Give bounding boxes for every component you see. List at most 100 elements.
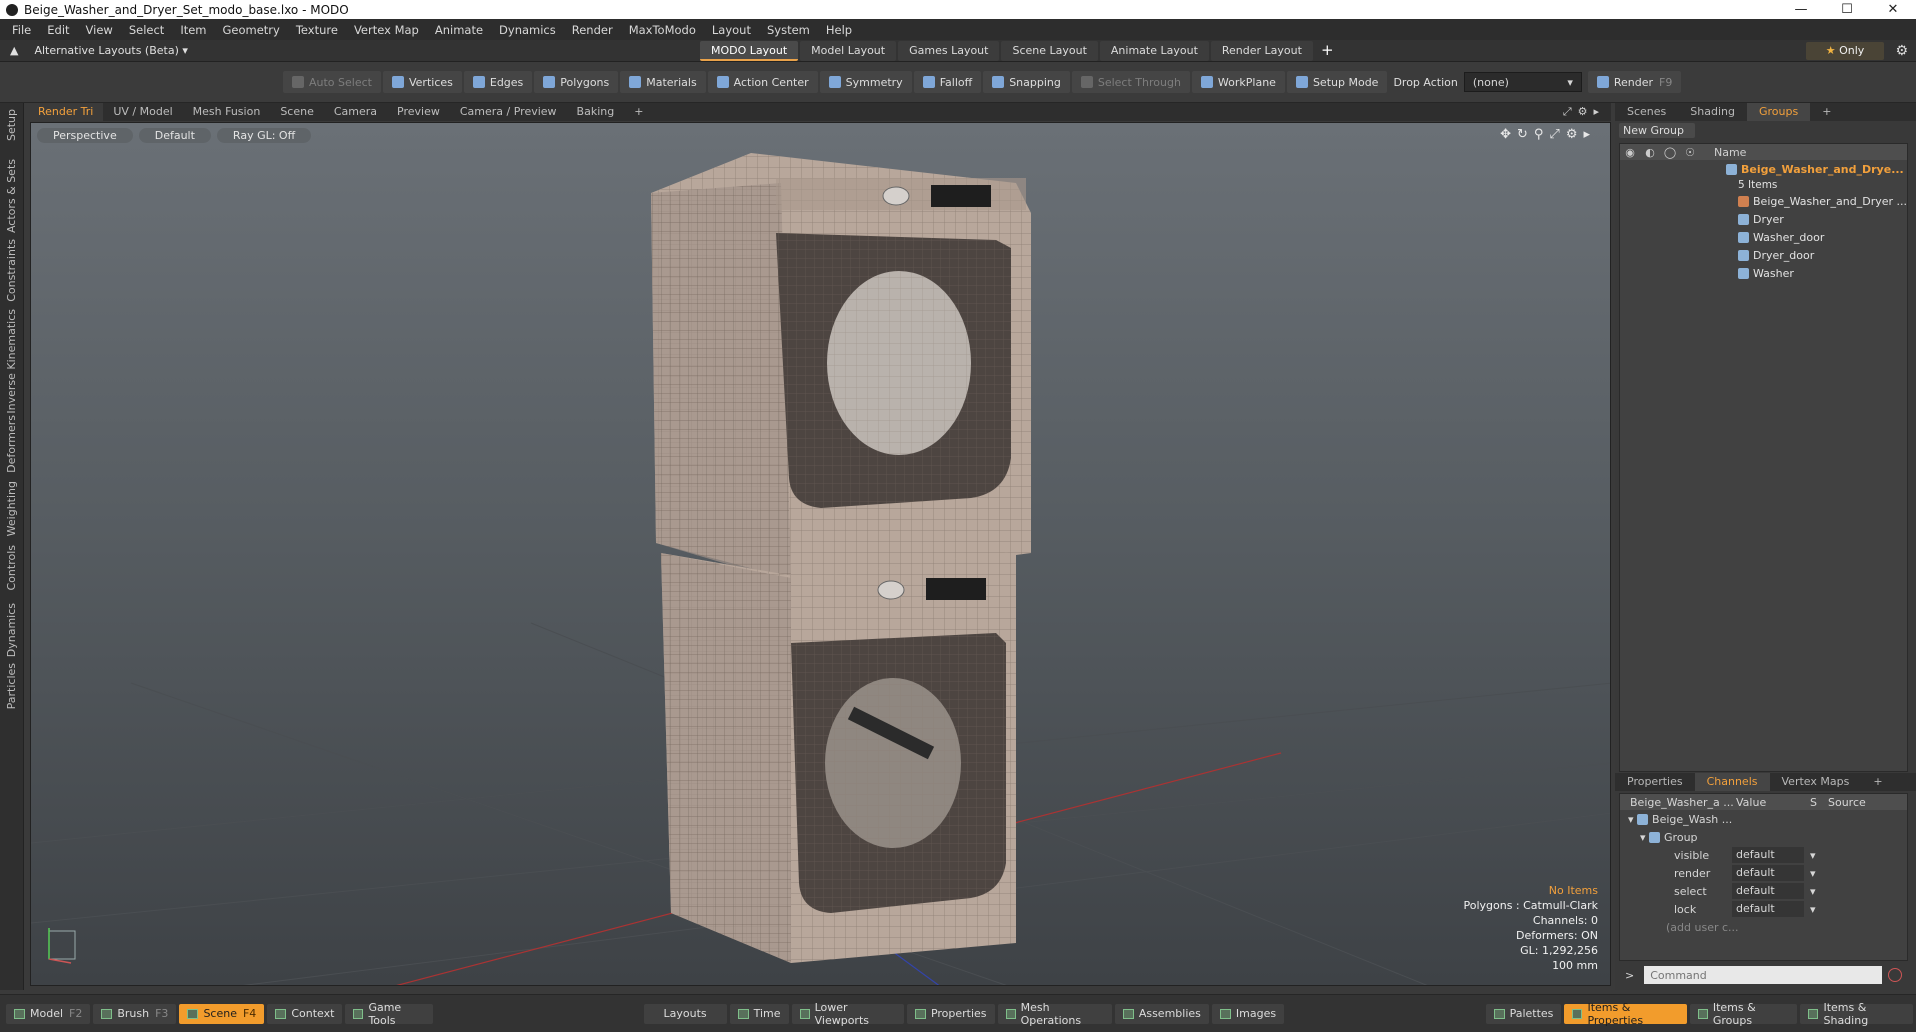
lock-icon[interactable]: ◯ xyxy=(1660,146,1680,159)
menu-file[interactable]: File xyxy=(4,23,39,37)
model-button[interactable]: Model F2 xyxy=(6,1003,91,1024)
viewport-navigation-icons[interactable]: ✥↻⚲⤢⚙▸ xyxy=(1500,127,1596,142)
side-tab-inverse-kinematics[interactable]: Inverse Kinematics xyxy=(5,309,18,414)
channel-row-visible[interactable]: visible default ▾ xyxy=(1620,846,1907,864)
time-button[interactable]: Time xyxy=(729,1003,789,1024)
chevron-down-icon[interactable]: ▾ xyxy=(1810,849,1816,862)
palettes-button[interactable]: Palettes xyxy=(1485,1003,1562,1024)
tab-scene-layout[interactable]: Scene Layout xyxy=(1001,40,1098,61)
shading-dropdown[interactable]: Default xyxy=(138,128,211,143)
polygons-button[interactable]: Polygons xyxy=(534,71,619,93)
items-groups-button[interactable]: Items & Groups xyxy=(1689,1001,1798,1027)
menu-animate[interactable]: Animate xyxy=(427,23,491,37)
tree-row-item[interactable]: Dryer_door xyxy=(1620,246,1907,264)
tab-groups[interactable]: Groups xyxy=(1746,103,1811,121)
tab-baking[interactable]: Baking xyxy=(567,103,625,121)
brush-button[interactable]: Brush F3 xyxy=(93,1003,177,1024)
minimize-icon[interactable]: — xyxy=(1778,2,1824,17)
expand-icon[interactable]: ▾ xyxy=(1620,831,1649,844)
tab-model-layout[interactable]: Model Layout xyxy=(800,40,897,61)
channel-row-lock[interactable]: lock default ▾ xyxy=(1620,900,1907,918)
menu-dynamics[interactable]: Dynamics xyxy=(491,23,564,37)
tab-scenes[interactable]: Scenes xyxy=(1615,103,1678,121)
layouts-button[interactable]: Layouts xyxy=(643,1003,727,1024)
add-tab-button[interactable]: + xyxy=(1861,773,1894,791)
maximize-icon[interactable]: ☐ xyxy=(1824,2,1870,17)
tab-properties[interactable]: Properties xyxy=(1615,773,1695,791)
snapping-button[interactable]: Snapping xyxy=(983,71,1070,93)
setup-mode-button[interactable]: Setup Mode xyxy=(1286,71,1388,93)
menu-help[interactable]: Help xyxy=(818,23,860,37)
channel-value-dropdown[interactable]: default xyxy=(1732,883,1804,899)
chevron-down-icon[interactable]: ▾ xyxy=(1810,867,1816,880)
channel-item-row[interactable]: ▾ Beige_Wash ... xyxy=(1620,810,1907,828)
command-input[interactable] xyxy=(1644,966,1882,984)
menu-system[interactable]: System xyxy=(759,23,818,37)
vertices-button[interactable]: Vertices xyxy=(382,71,462,93)
action-center-button[interactable]: Action Center xyxy=(707,71,818,93)
tab-scene[interactable]: Scene xyxy=(270,103,324,121)
tab-vertex-maps[interactable]: Vertex Maps xyxy=(1770,773,1862,791)
falloff-button[interactable]: Falloff xyxy=(913,71,982,93)
add-user-channel-row[interactable]: (add user c... xyxy=(1620,918,1907,936)
channel-value-dropdown[interactable]: default xyxy=(1732,865,1804,881)
menu-select[interactable]: Select xyxy=(121,23,172,37)
game-tools-button[interactable]: Game Tools xyxy=(345,1001,433,1027)
add-layout-button[interactable]: + xyxy=(1315,41,1340,61)
new-group-button[interactable]: New Group xyxy=(1619,123,1695,138)
tab-render-layout[interactable]: Render Layout xyxy=(1210,40,1313,61)
tab-channels[interactable]: Channels xyxy=(1694,773,1770,791)
drop-action-select[interactable]: (none) ▾ xyxy=(1463,72,1582,92)
3d-viewport[interactable]: Perspective Default Ray GL: Off ✥↻⚲⤢⚙▸ N… xyxy=(30,122,1611,986)
channel-value-dropdown[interactable]: default xyxy=(1732,847,1804,863)
chevron-down-icon[interactable]: ▾ xyxy=(1810,903,1816,916)
tab-preview[interactable]: Preview xyxy=(387,103,450,121)
auto-select-button[interactable]: Auto Select xyxy=(283,71,381,93)
side-tab-actors-sets[interactable]: Actors & Sets xyxy=(5,159,18,233)
assemblies-button[interactable]: Assemblies xyxy=(1114,1003,1209,1024)
tab-camera[interactable]: Camera xyxy=(324,103,387,121)
record-icon[interactable] xyxy=(1888,968,1902,982)
close-icon[interactable]: ✕ xyxy=(1870,2,1916,17)
view-mode-dropdown[interactable]: Perspective xyxy=(37,128,133,143)
add-tab-button[interactable]: + xyxy=(624,103,653,121)
menu-item[interactable]: Item xyxy=(172,23,214,37)
materials-button[interactable]: Materials xyxy=(620,71,706,93)
tab-render-tri[interactable]: Render Tri xyxy=(28,103,104,121)
eye-icon[interactable]: ◉ xyxy=(1620,146,1640,159)
tab-mesh-fusion[interactable]: Mesh Fusion xyxy=(183,103,271,121)
tab-camera-preview[interactable]: Camera / Preview xyxy=(450,103,567,121)
raygl-dropdown[interactable]: Ray GL: Off xyxy=(216,128,312,143)
channel-row-render[interactable]: render default ▾ xyxy=(1620,864,1907,882)
render-button[interactable]: Render F9 xyxy=(1587,71,1682,93)
tree-row-item[interactable]: Washer_door xyxy=(1620,228,1907,246)
side-tab-controls[interactable]: Controls xyxy=(5,545,18,591)
chevron-down-icon[interactable]: ▾ xyxy=(179,44,188,57)
side-tab-deformers[interactable]: Deformers xyxy=(5,415,18,473)
render-icon[interactable]: ◐ xyxy=(1640,146,1660,159)
menu-maxtomodo[interactable]: MaxToModo xyxy=(621,23,704,37)
context-button[interactable]: Context xyxy=(267,1003,343,1024)
select-icon[interactable]: ☉ xyxy=(1680,146,1700,159)
tab-uv-model[interactable]: UV / Model xyxy=(103,103,182,121)
menu-layout[interactable]: Layout xyxy=(704,23,759,37)
menu-texture[interactable]: Texture xyxy=(288,23,346,37)
symmetry-button[interactable]: Symmetry xyxy=(819,71,912,93)
side-tab-particles[interactable]: Particles xyxy=(5,663,18,709)
tab-animate-layout[interactable]: Animate Layout xyxy=(1099,40,1209,61)
add-tab-button[interactable]: + xyxy=(1810,103,1843,121)
workplane-button[interactable]: WorkPlane xyxy=(1191,71,1285,93)
menu-view[interactable]: View xyxy=(78,23,121,37)
properties-button[interactable]: Properties xyxy=(906,1003,995,1024)
menu-edit[interactable]: Edit xyxy=(39,23,77,37)
tree-row-item[interactable]: Dryer xyxy=(1620,210,1907,228)
select-through-button[interactable]: Select Through xyxy=(1071,71,1190,93)
items-shading-button[interactable]: Items & Shading xyxy=(1800,1001,1913,1027)
channel-row-select[interactable]: select default ▾ xyxy=(1620,882,1907,900)
alternative-layouts-dropdown[interactable]: Alternative Layouts (Beta) xyxy=(34,44,178,57)
tree-row-item[interactable]: Washer xyxy=(1620,264,1907,282)
items-properties-button[interactable]: Items & Properties xyxy=(1564,1001,1687,1027)
menu-geometry[interactable]: Geometry xyxy=(215,23,288,37)
side-tab-constraints[interactable]: Constraints xyxy=(5,239,18,302)
tree-row-group[interactable]: Beige_Washer_and_Drye... xyxy=(1620,160,1907,178)
